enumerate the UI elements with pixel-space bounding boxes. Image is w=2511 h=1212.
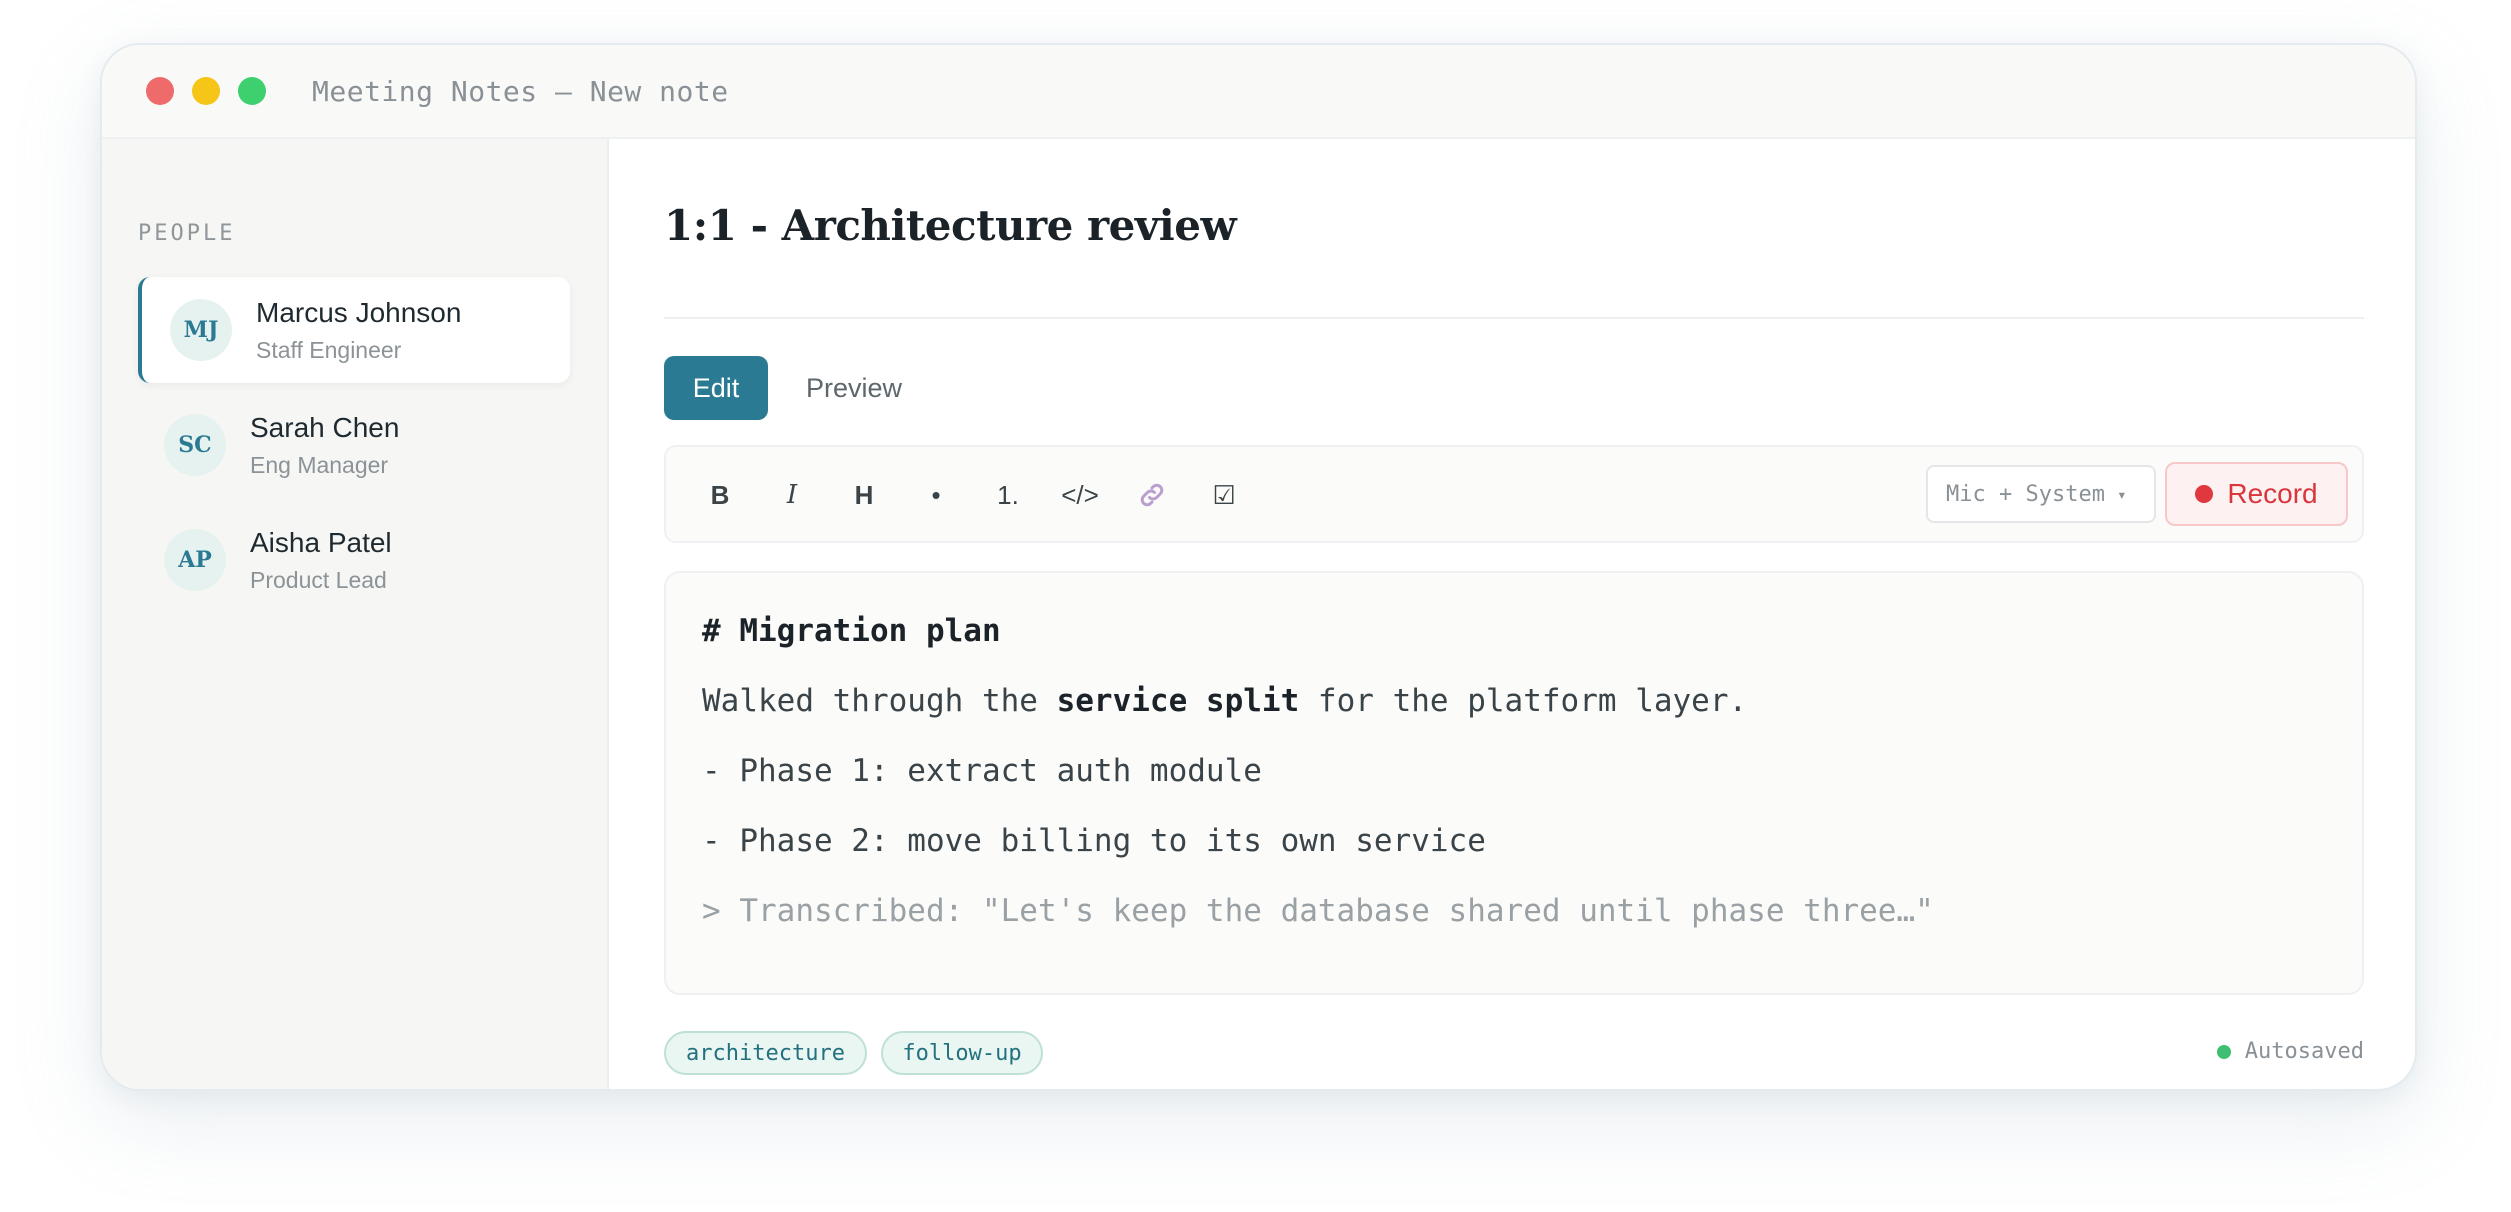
- status-dot-icon: [2216, 1044, 2231, 1059]
- title-bar: Meeting Notes — New note: [102, 45, 2415, 139]
- person-item-marcus-johnson[interactable]: MJ Marcus Johnson Staff Engineer: [138, 277, 570, 383]
- chevron-down-icon: ▾: [2116, 484, 2127, 504]
- person-item-aisha-patel[interactable]: AP Aisha Patel Product Lead: [138, 507, 570, 613]
- sidebar: PEOPLE MJ Marcus Johnson Staff Engineer …: [102, 139, 609, 1089]
- editor-list-item: - Phase 2: move billing to its own servi…: [702, 823, 1486, 859]
- paragraph-text-before: Walked through the: [702, 683, 1057, 719]
- tab-preview[interactable]: Preview: [789, 356, 919, 420]
- paragraph-text-after: for the platform layer.: [1299, 683, 1748, 719]
- autosave-label: Autosaved: [2244, 1039, 2364, 1064]
- checkbox-icon[interactable]: ☑: [1198, 469, 1250, 521]
- title-divider: [664, 317, 2364, 319]
- person-role: Eng Manager: [250, 452, 389, 478]
- person-name: Marcus Johnson: [256, 297, 462, 328]
- paragraph-bold-text: service split: [1056, 683, 1300, 719]
- person-item-sarah-chen[interactable]: SC Sarah Chen Eng Manager: [138, 392, 570, 498]
- numbered-list-icon[interactable]: 1.: [982, 469, 1034, 521]
- close-window-button[interactable]: [146, 77, 174, 105]
- editor-list-item: - Phase 1: extract auth module: [702, 753, 1262, 789]
- tag-architecture[interactable]: architecture: [664, 1031, 867, 1075]
- audio-source-select[interactable]: Mic + System ▾: [1926, 465, 2156, 523]
- minimize-window-button[interactable]: [192, 77, 220, 105]
- person-role: Product Lead: [250, 567, 387, 593]
- tag-follow-up[interactable]: follow-up: [881, 1031, 1043, 1075]
- avatar: AP: [164, 529, 226, 591]
- italic-icon[interactable]: I: [766, 469, 818, 521]
- person-name: Sarah Chen: [250, 412, 400, 443]
- person-name: Aisha Patel: [250, 527, 392, 558]
- record-dot-icon: [2195, 485, 2214, 503]
- sidebar-heading: PEOPLE: [138, 221, 236, 246]
- note-editor-pane: 1:1 - Architecture review Edit Preview B…: [609, 139, 2415, 1089]
- window-title: Meeting Notes — New note: [312, 74, 729, 108]
- record-label: Record: [2227, 478, 2318, 509]
- editor-heading-line: # Migration plan: [702, 613, 1001, 649]
- bold-icon[interactable]: B: [694, 469, 746, 521]
- editor-transcription-quote: > Transcribed: "Let's keep the database …: [702, 893, 1934, 929]
- note-title[interactable]: 1:1 - Architecture review: [664, 201, 1237, 250]
- formatting-toolbar: B I H • 1. </> ☑ Mic + System ▾ Record: [664, 445, 2364, 543]
- markdown-editor[interactable]: # Migration plan Walked through the serv…: [664, 571, 2364, 995]
- heading-icon[interactable]: H: [838, 469, 890, 521]
- autosave-status: Autosaved: [2216, 1039, 2364, 1064]
- link-icon[interactable]: [1126, 469, 1178, 521]
- audio-source-value: Mic + System: [1946, 481, 2105, 507]
- person-role: Staff Engineer: [256, 337, 402, 363]
- avatar: SC: [164, 414, 226, 476]
- editor-paragraph-line: Walked through the service split for the…: [702, 683, 1747, 719]
- code-icon[interactable]: </>: [1054, 469, 1106, 521]
- maximize-window-button[interactable]: [238, 77, 266, 105]
- app-window: Meeting Notes — New note PEOPLE MJ Marcu…: [100, 43, 2417, 1091]
- record-button[interactable]: Record: [2165, 462, 2348, 526]
- bullet-list-icon[interactable]: •: [910, 469, 962, 521]
- tab-edit[interactable]: Edit: [664, 356, 768, 420]
- avatar: MJ: [170, 299, 232, 361]
